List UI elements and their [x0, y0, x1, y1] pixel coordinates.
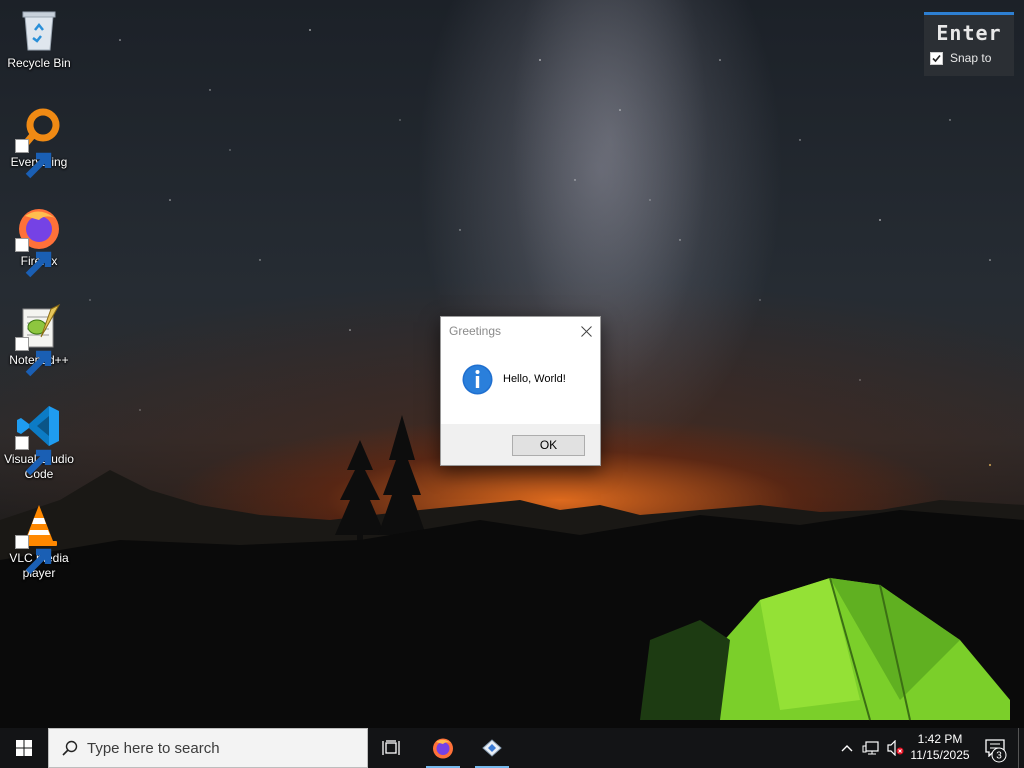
desktop-icon-recycle-bin[interactable]: Recycle Bin [2, 2, 76, 71]
desktop-icon-notepad-plus-plus[interactable]: Notepad++ [2, 299, 76, 377]
firefox-icon [15, 204, 63, 278]
shortcut-arrow-icon [15, 535, 52, 575]
start-button[interactable] [0, 728, 48, 768]
notification-count-badge: 3 [991, 747, 1007, 763]
checkmark-icon [932, 54, 941, 62]
dialog-titlebar[interactable]: Greetings [441, 317, 600, 345]
snap-to-checkbox[interactable] [930, 51, 943, 65]
enter-overlay-panel: Enter Snap to [924, 12, 1014, 76]
chevron-up-icon [841, 745, 853, 752]
taskbar-search-box[interactable]: Type here to search [48, 728, 368, 768]
desktop-icon-vscode[interactable]: Visual Studio Code [2, 398, 76, 482]
network-icon [862, 741, 879, 755]
clock-date: 11/15/2025 [910, 748, 970, 762]
windows-logo-icon [16, 740, 32, 756]
shortcut-arrow-icon [15, 436, 52, 476]
shortcut-arrow-icon [15, 337, 52, 377]
taskbar: Type here to search 1:42 PM 11/15/2025 [0, 728, 1024, 768]
everything-search-icon [15, 105, 63, 179]
dialog-body: Hello, World! [441, 345, 600, 399]
recycle-bin-icon [15, 6, 63, 54]
volume-muted-icon [887, 740, 904, 756]
enter-overlay-title: Enter [936, 21, 1002, 45]
python-app-icon [482, 739, 502, 757]
dialog-close-button[interactable] [572, 317, 600, 345]
desktop-icon-label: Recycle Bin [7, 56, 71, 70]
snap-to-label: Snap to [950, 51, 992, 65]
vlc-icon [15, 501, 63, 575]
search-placeholder: Type here to search [87, 739, 220, 757]
volume-tray-button[interactable] [884, 728, 906, 768]
task-view-icon [382, 740, 400, 755]
vscode-icon [15, 402, 63, 476]
desktop-icon-everything[interactable]: Everything [2, 101, 76, 179]
dialog-message: Hello, World! [503, 373, 566, 385]
clock-time: 1:42 PM [917, 732, 963, 746]
task-view-button[interactable] [372, 728, 412, 768]
desktop-icon-vlc[interactable]: VLC media player [2, 497, 76, 581]
show-desktop-button[interactable] [1018, 728, 1019, 768]
taskbar-python-app-button[interactable] [472, 728, 512, 768]
close-icon [580, 325, 592, 337]
information-icon [462, 364, 493, 394]
notepad-plus-plus-icon [15, 303, 63, 377]
snap-to-option[interactable]: Snap to [930, 51, 1014, 65]
dialog-footer: OK [441, 424, 600, 465]
ok-button[interactable]: OK [512, 435, 585, 456]
taskbar-clock[interactable]: 1:42 PM 11/15/2025 [906, 731, 974, 763]
desktop-icon-firefox[interactable]: Firefox [2, 200, 76, 278]
dialog-title: Greetings [449, 324, 502, 338]
shortcut-arrow-icon [15, 139, 52, 179]
notification-count: 3 [996, 751, 1002, 762]
taskbar-firefox-button[interactable] [423, 728, 463, 768]
show-hidden-icons-button[interactable] [838, 728, 856, 768]
network-tray-button[interactable] [860, 728, 882, 768]
search-icon [62, 740, 78, 756]
greetings-dialog: Greetings Hello, World! OK [440, 316, 601, 466]
firefox-icon [433, 738, 453, 759]
shortcut-arrow-icon [15, 238, 52, 278]
